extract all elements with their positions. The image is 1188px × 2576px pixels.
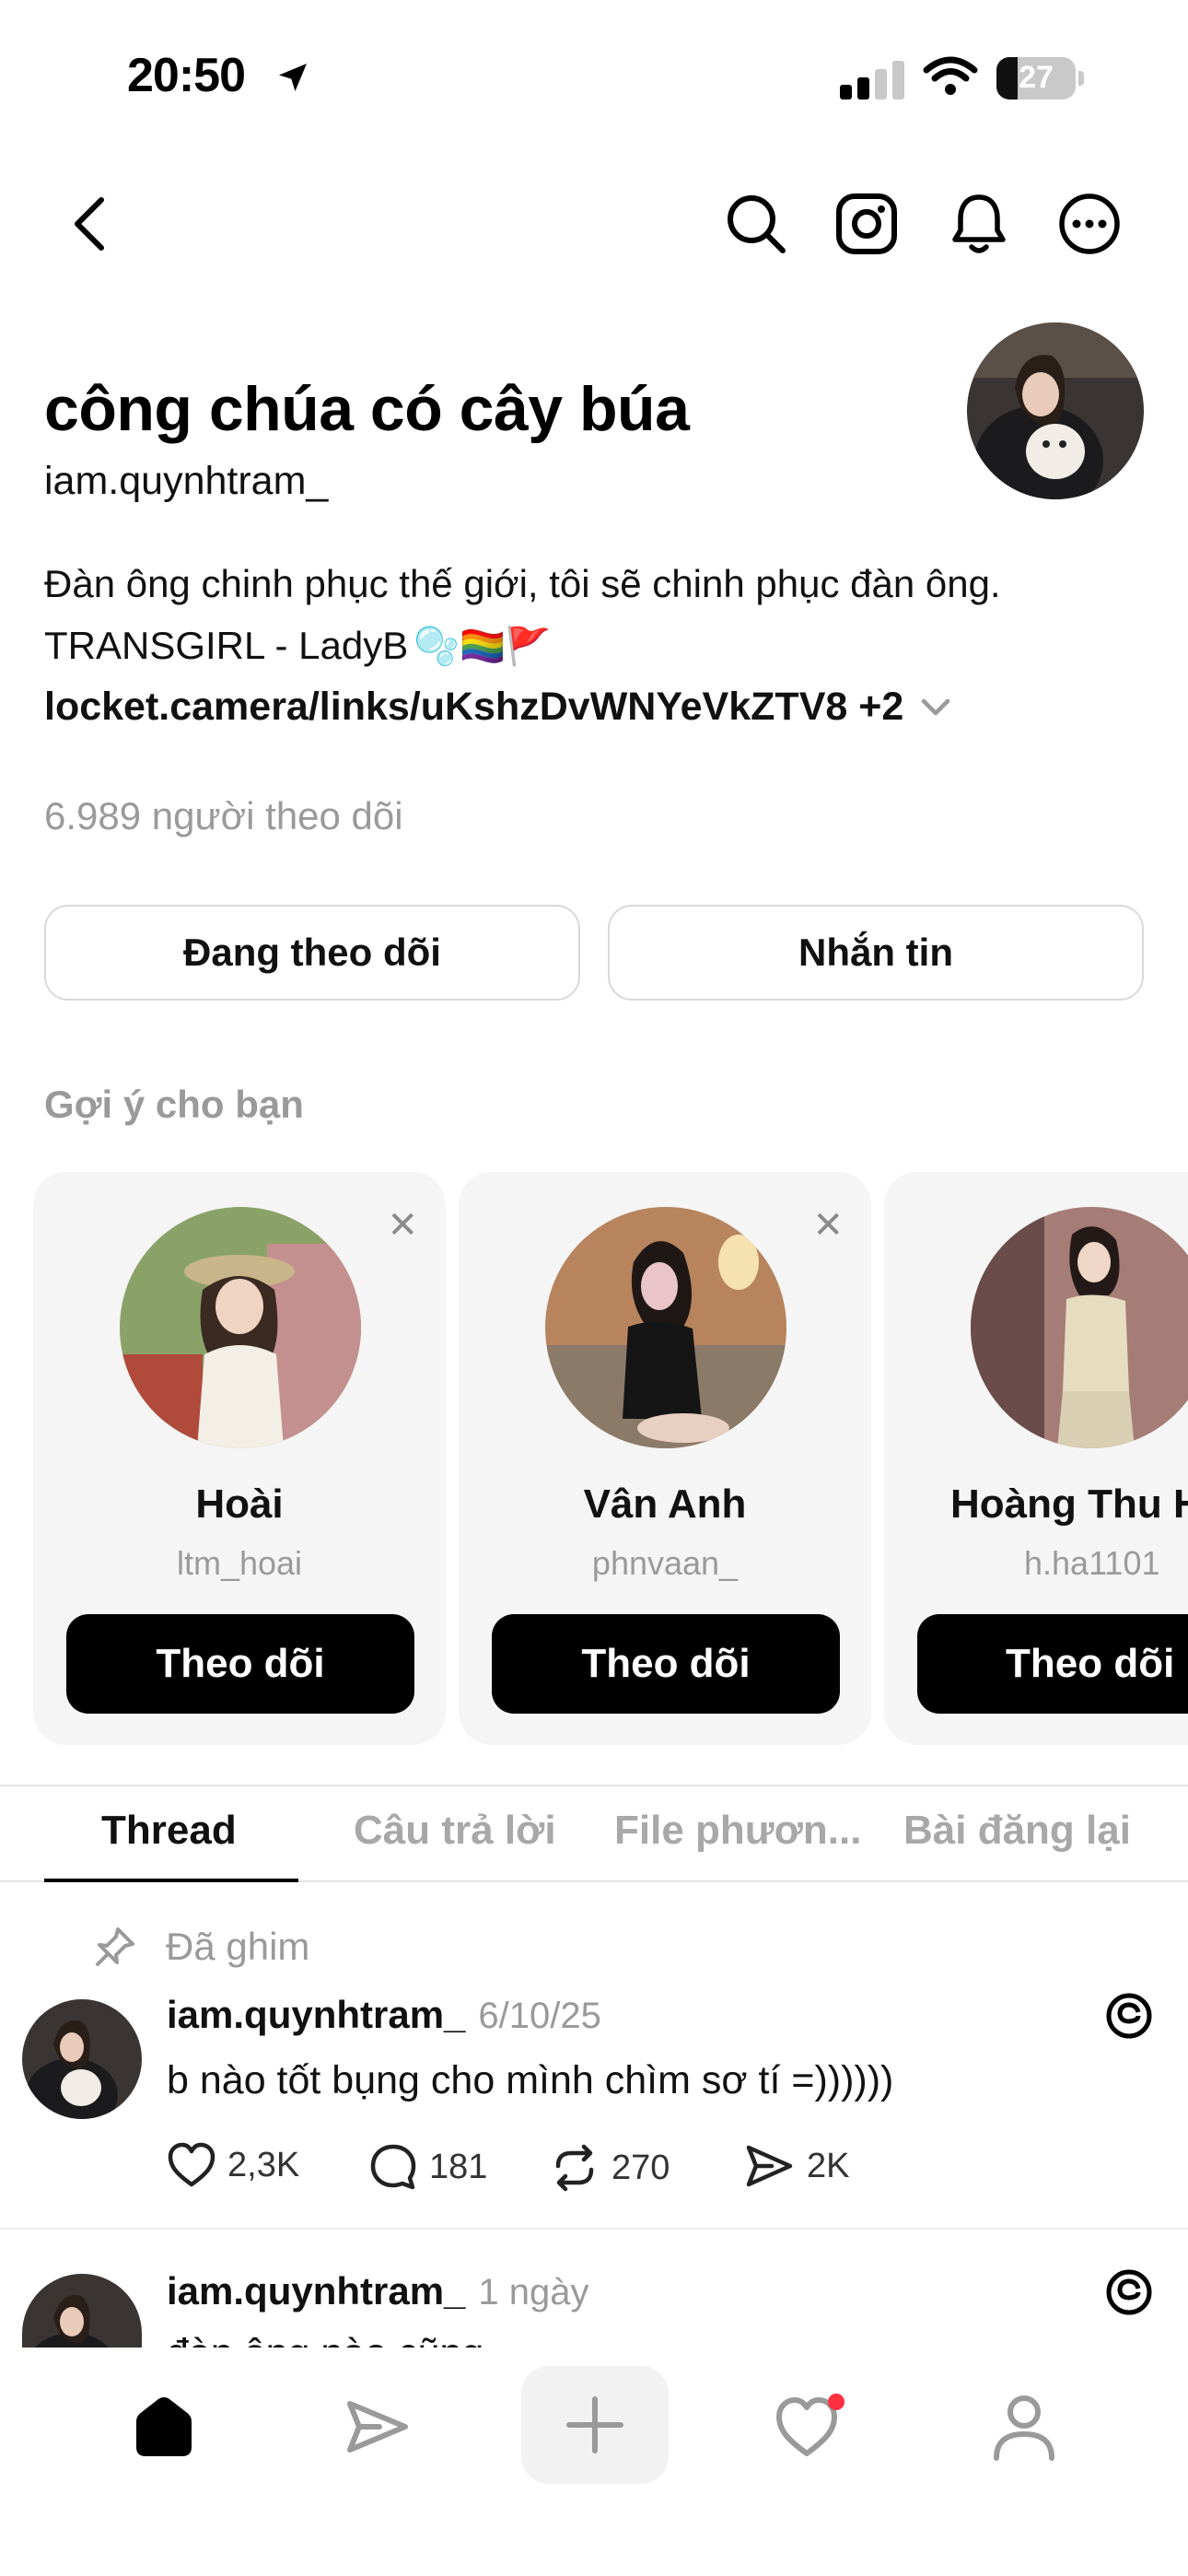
like-count: 2,3K bbox=[227, 2145, 300, 2184]
suggestion-name: Hoàng Thu H bbox=[950, 1481, 1188, 1527]
bio-line-2-text: TRANSGIRL - LadyB bbox=[44, 624, 409, 667]
suggestion-handle: phnvaan_ bbox=[591, 1544, 739, 1582]
activity-heart-icon[interactable] bbox=[774, 2390, 847, 2464]
suggestion-card[interactable]: ✕ Vân Anh phnvaan_ Theo dõi bbox=[459, 1172, 871, 1745]
profile-avatar[interactable] bbox=[967, 322, 1144, 499]
suggestion-handle: ltm_hoai bbox=[176, 1544, 303, 1582]
suggestion-card[interactable]: Hoàng Thu H h.ha1101 Theo dõi bbox=[884, 1172, 1188, 1745]
share-button[interactable]: 2K bbox=[744, 2142, 849, 2190]
post-avatar[interactable] bbox=[22, 1999, 142, 2119]
more-options-icon[interactable] bbox=[1057, 192, 1122, 256]
battery-indicator: 27 bbox=[996, 57, 1085, 100]
bio-emojis: 🫧🏳️‍🌈🚩 bbox=[413, 626, 552, 667]
post-username[interactable]: iam.quynhtram_ bbox=[167, 2269, 465, 2313]
follow-button[interactable]: Theo dõi bbox=[66, 1614, 414, 1714]
back-arrow-icon[interactable] bbox=[59, 192, 123, 256]
send-icon bbox=[744, 2142, 796, 2190]
share-count: 2K bbox=[807, 2146, 850, 2185]
home-icon[interactable] bbox=[127, 2390, 201, 2464]
follow-button[interactable]: Theo dõi bbox=[917, 1614, 1188, 1714]
suggestion-avatar[interactable] bbox=[545, 1207, 786, 1448]
suggestions-title: Gợi ý cho bạn bbox=[44, 1083, 304, 1126]
send-icon[interactable] bbox=[341, 2390, 414, 2464]
bio-line-2: TRANSGIRL - LadyB 🫧🏳️‍🌈🚩 bbox=[44, 624, 552, 668]
tab-replies[interactable]: Câu trả lời bbox=[354, 1808, 556, 1854]
threads-logo-icon[interactable] bbox=[1103, 2266, 1155, 2318]
tab-media[interactable]: File phươn... bbox=[614, 1808, 861, 1854]
tab-reposts[interactable]: Bài đăng lại bbox=[903, 1808, 1131, 1854]
cellular-signal-icon bbox=[840, 61, 912, 101]
post-text: b nào tốt bụng cho mình chìm sơ tí =))))… bbox=[167, 2058, 894, 2102]
tab-threads[interactable]: Thread bbox=[101, 1808, 237, 1854]
bio-link-text: locket.camera/links/uKshzDvWNYeVkZTV8 +2 bbox=[44, 685, 904, 729]
bio-link[interactable]: locket.camera/links/uKshzDvWNYeVkZTV8 +2 bbox=[44, 685, 951, 730]
compose-button[interactable] bbox=[521, 2366, 669, 2484]
follow-button[interactable]: Theo dõi bbox=[492, 1614, 840, 1714]
post-header: iam.quynhtram_ 6/10/25 bbox=[167, 1993, 601, 2037]
status-time: 20:50 bbox=[127, 49, 246, 102]
active-tab-indicator bbox=[44, 1879, 298, 1882]
pinned-text: Đã ghim bbox=[166, 1925, 310, 1968]
suggestion-card[interactable]: ✕ Hoài ltm_hoai Theo dõi bbox=[33, 1172, 446, 1745]
like-button[interactable]: 2,3K bbox=[167, 2142, 299, 2188]
heart-icon bbox=[167, 2142, 216, 2188]
message-button[interactable]: Nhắn tin bbox=[608, 905, 1144, 1001]
repost-icon bbox=[549, 2142, 600, 2194]
post-time: 6/10/25 bbox=[478, 1996, 601, 2036]
dismiss-icon[interactable]: ✕ bbox=[387, 1207, 418, 1244]
threads-logo-icon[interactable] bbox=[1103, 1990, 1155, 2042]
location-arrow-icon bbox=[274, 59, 311, 96]
dismiss-icon[interactable]: ✕ bbox=[812, 1207, 844, 1244]
comment-icon bbox=[368, 2142, 418, 2192]
suggestion-avatar[interactable] bbox=[120, 1207, 361, 1448]
profile-icon[interactable] bbox=[987, 2390, 1061, 2464]
profile-name: công chúa có cây búa bbox=[44, 374, 690, 444]
reply-count: 181 bbox=[429, 2147, 488, 2186]
wifi-icon bbox=[923, 55, 978, 98]
followers-count[interactable]: 6.989 người theo dõi bbox=[44, 794, 403, 838]
repost-button[interactable]: 270 bbox=[549, 2142, 670, 2194]
post-time: 1 ngày bbox=[478, 2272, 589, 2313]
bio-line-1: Đàn ông chinh phục thế giới, tôi sẽ chin… bbox=[44, 562, 1001, 605]
search-icon[interactable] bbox=[724, 192, 788, 256]
reply-button[interactable]: 181 bbox=[368, 2142, 487, 2192]
divider bbox=[0, 1785, 1188, 1786]
post-username[interactable]: iam.quynhtram_ bbox=[167, 1993, 465, 2036]
pinned-label: Đã ghim bbox=[92, 1924, 309, 1970]
profile-handle: iam.quynhtram_ bbox=[44, 459, 329, 503]
battery-level-text: 27 bbox=[1019, 60, 1054, 95]
suggestion-name: Vân Anh bbox=[583, 1481, 747, 1527]
post-avatar[interactable] bbox=[22, 2274, 142, 2348]
following-button[interactable]: Đang theo dõi bbox=[44, 905, 580, 1001]
pin-icon bbox=[92, 1924, 138, 1970]
post-header: iam.quynhtram_ 1 ngày bbox=[167, 2269, 589, 2313]
post-divider bbox=[0, 2228, 1188, 2230]
plus-icon bbox=[565, 2395, 624, 2454]
suggestion-name: Hoài bbox=[195, 1481, 284, 1527]
chevron-down-icon[interactable] bbox=[920, 697, 951, 718]
suggestion-avatar[interactable] bbox=[971, 1207, 1188, 1448]
instagram-icon[interactable] bbox=[834, 192, 899, 256]
suggestion-handle: h.ha1101 bbox=[1024, 1544, 1160, 1582]
bell-icon[interactable] bbox=[947, 192, 1011, 256]
repost-count: 270 bbox=[611, 2148, 670, 2187]
